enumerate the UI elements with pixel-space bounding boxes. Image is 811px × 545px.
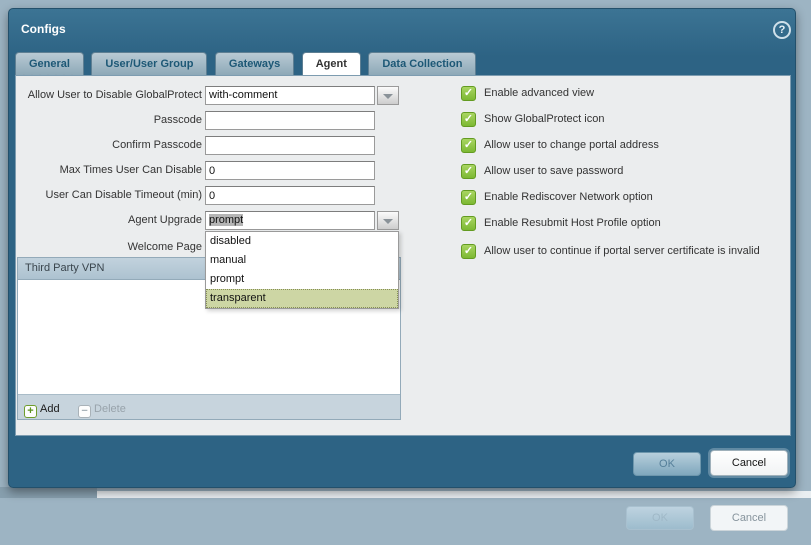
- checkbox-label-save-password: Allow user to save password: [484, 165, 624, 177]
- field-label-passcode: Passcode: [153, 114, 202, 126]
- add-button-label: Add: [40, 403, 60, 415]
- agent-upgrade-dropdown-arrow-icon[interactable]: [377, 211, 399, 230]
- ok-button[interactable]: OK: [633, 452, 701, 476]
- screen: OK Cancel Configs ? General User/User Gr…: [0, 0, 811, 545]
- background-cancel-button: Cancel: [710, 505, 788, 531]
- field-label-allow-disable: Allow User to Disable GlobalProtect: [27, 89, 202, 101]
- checkbox-label-show-icon: Show GlobalProtect icon: [484, 113, 605, 125]
- allow-disable-combo[interactable]: with-comment: [205, 86, 375, 105]
- checkbox-rediscover-network[interactable]: ✓: [461, 190, 476, 205]
- max-times-input[interactable]: [205, 161, 375, 180]
- checkbox-show-icon[interactable]: ✓: [461, 112, 476, 127]
- checkbox-advanced-view[interactable]: ✓: [461, 86, 476, 101]
- option-manual[interactable]: manual: [206, 251, 398, 270]
- checkbox-label-advanced-view: Enable advanced view: [484, 87, 595, 99]
- checkbox-label-rediscover-network: Enable Rediscover Network option: [484, 191, 653, 203]
- tab-data-collection[interactable]: Data Collection: [368, 52, 477, 76]
- delete-button-label: Delete: [94, 403, 126, 415]
- tab-gateways[interactable]: Gateways: [214, 52, 295, 76]
- dialog-title: Configs: [21, 22, 66, 36]
- checkbox-save-password[interactable]: ✓: [461, 164, 476, 179]
- background-ok-button: OK: [626, 506, 694, 530]
- agent-upgrade-combo[interactable]: prompt: [205, 211, 375, 230]
- field-label-agent-upgrade: Agent Upgrade: [128, 214, 202, 226]
- tab-agent[interactable]: Agent: [301, 52, 361, 76]
- tab-general[interactable]: General: [15, 52, 84, 78]
- field-label-disable-timeout: User Can Disable Timeout (min): [45, 189, 203, 201]
- tab-general-label: General: [29, 58, 70, 70]
- field-label-confirm-passcode: Confirm Passcode: [112, 139, 202, 151]
- passcode-input[interactable]: [205, 111, 375, 130]
- agent-tab-panel: Allow User to Disable GlobalProtect with…: [15, 75, 791, 436]
- tab-strip: General User/User Group Gateways Agent D…: [15, 52, 479, 78]
- cancel-button[interactable]: Cancel: [710, 450, 788, 476]
- delete-icon: −: [78, 405, 92, 418]
- add-icon: +: [24, 405, 37, 418]
- third-party-vpn-toolbar: + Add − Delete: [18, 394, 400, 419]
- background-dialog-edge: [0, 487, 97, 498]
- checkbox-label-resubmit-host-profile: Enable Resubmit Host Profile option: [484, 217, 661, 229]
- tab-user-group[interactable]: User/User Group: [91, 52, 208, 76]
- confirm-passcode-input[interactable]: [205, 136, 375, 155]
- checkbox-resubmit-host-profile[interactable]: ✓: [461, 216, 476, 231]
- delete-button[interactable]: − Delete: [78, 403, 126, 418]
- agent-upgrade-dropdown-list: disabled manual prompt transparent: [205, 231, 399, 309]
- background-dialog-footer-edge: [97, 491, 811, 498]
- checkbox-label-change-portal: Allow user to change portal address: [484, 139, 659, 151]
- option-disabled[interactable]: disabled: [206, 232, 398, 251]
- disable-timeout-input[interactable]: [205, 186, 375, 205]
- help-icon[interactable]: ?: [773, 21, 791, 39]
- allow-disable-value: with-comment: [209, 89, 278, 101]
- checkbox-invalid-certificate[interactable]: ✓: [461, 244, 476, 259]
- field-label-max-times: Max Times User Can Disable: [59, 164, 202, 176]
- checkbox-label-invalid-certificate: Allow user to continue if portal server …: [484, 245, 760, 257]
- configs-dialog: Configs ? General User/User Group Gatewa…: [8, 8, 796, 488]
- allow-disable-dropdown-arrow-icon[interactable]: [377, 86, 399, 105]
- option-transparent[interactable]: transparent: [206, 289, 398, 308]
- checkbox-change-portal[interactable]: ✓: [461, 138, 476, 153]
- field-label-welcome-page: Welcome Page: [127, 241, 202, 253]
- add-button[interactable]: + Add: [24, 403, 60, 418]
- agent-upgrade-value: prompt: [209, 214, 244, 226]
- option-prompt[interactable]: prompt: [206, 270, 398, 289]
